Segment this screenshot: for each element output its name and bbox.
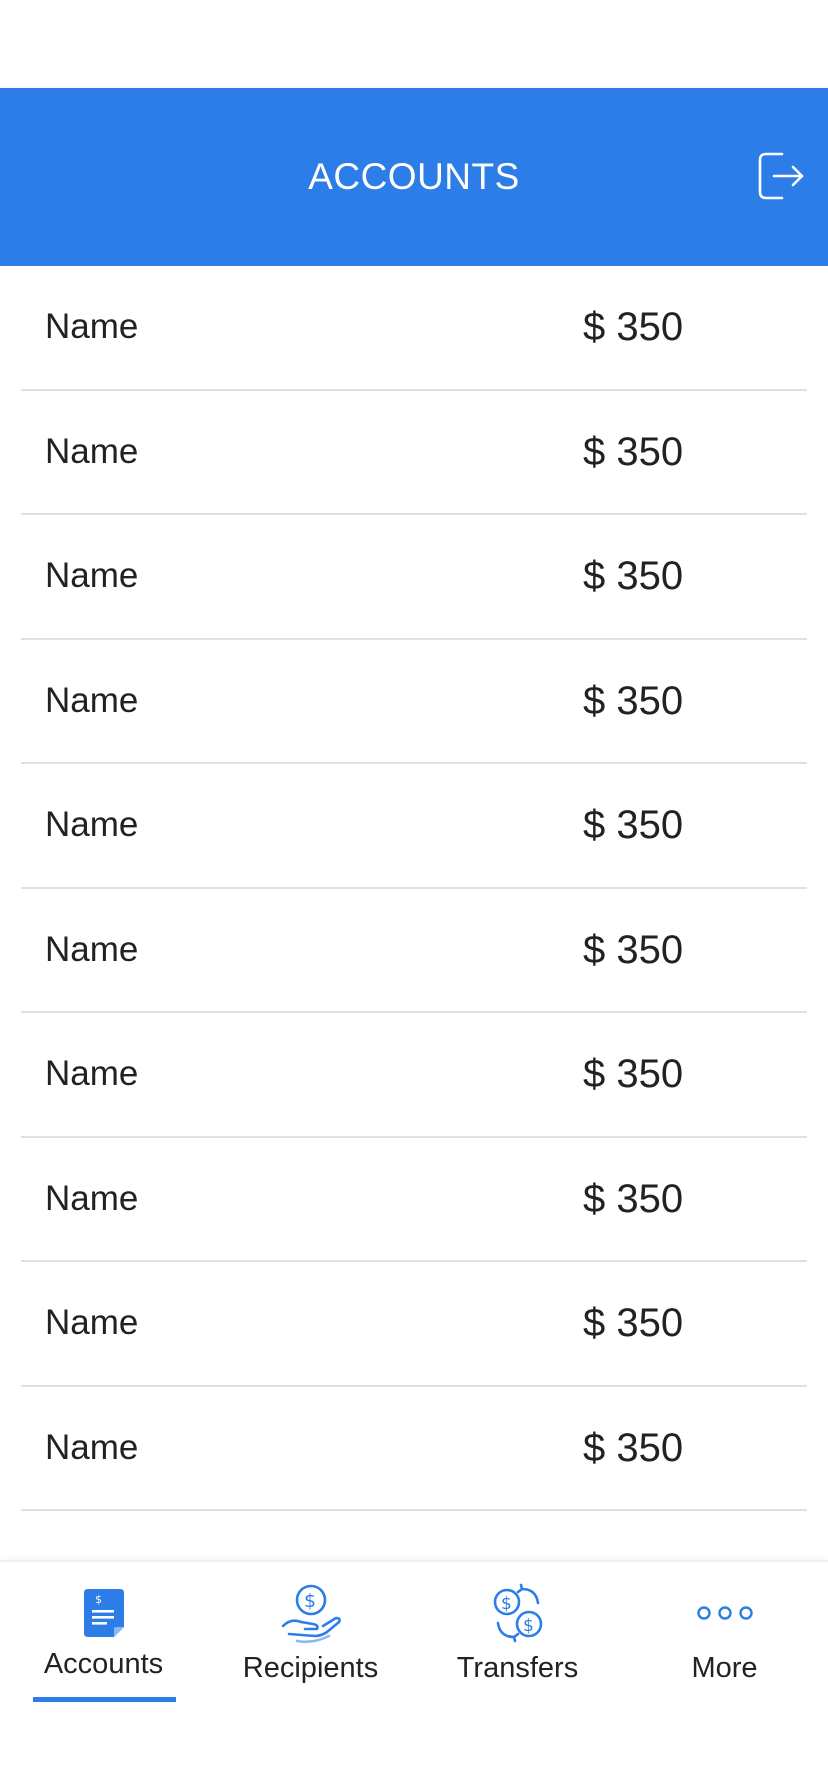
account-name: Name [45, 929, 139, 969]
more-dots-icon [696, 1606, 753, 1620]
tab-label-transfers: Transfers [456, 1652, 579, 1684]
list-item[interactable]: Name $ 350 [21, 1387, 807, 1511]
list-item[interactable]: Name $ 350 [21, 266, 807, 391]
list-item[interactable]: Name $ 350 [21, 640, 807, 764]
svg-text:$: $ [304, 1590, 316, 1612]
page-title: ACCOUNTS [308, 156, 520, 197]
list-item[interactable]: Name $ 350 [21, 391, 807, 515]
svg-text:$: $ [95, 1593, 102, 1606]
account-name: Name [45, 307, 139, 346]
account-amount: $ 350 [583, 1425, 684, 1470]
home-indicator-area [0, 1702, 828, 1792]
account-amount: $ 350 [583, 1052, 684, 1096]
tab-label-accounts: Accounts [43, 1648, 164, 1680]
logout-button[interactable] [752, 148, 808, 204]
account-amount: $ 350 [583, 1301, 684, 1345]
svg-text:$: $ [501, 1594, 512, 1614]
list-item[interactable]: Name $ 350 [21, 764, 807, 889]
tab-more[interactable]: More [621, 1562, 828, 1704]
account-amount: $ 350 [583, 927, 684, 972]
list-item[interactable]: Name $ 350 [21, 889, 807, 1013]
account-amount: $ 350 [583, 1176, 684, 1221]
account-amount: $ 350 [583, 678, 684, 723]
tab-label-recipients: Recipients [242, 1652, 379, 1684]
app-header: ACCOUNTS [0, 88, 828, 266]
account-list: Name $ 350 Name $ 350 Name $ 350 Name $ … [0, 266, 828, 1511]
status-bar-area [0, 0, 828, 88]
document-dollar-icon: $ [83, 1589, 124, 1637]
bottom-tab-bar: $ Accounts $ Recipients $ $ Transfers Mo… [0, 1560, 828, 1704]
account-name: Name [45, 1178, 139, 1218]
account-name: Name [45, 431, 139, 471]
tab-accounts[interactable]: $ Accounts [0, 1562, 207, 1704]
account-amount: $ 350 [583, 803, 684, 847]
currency-exchange-icon: $ $ [493, 1583, 542, 1643]
list-item[interactable]: Name $ 350 [21, 1138, 807, 1262]
account-amount: $ 350 [583, 429, 684, 474]
svg-text:$: $ [523, 1616, 534, 1636]
list-item[interactable]: Name $ 350 [21, 515, 807, 640]
account-name: Name [45, 805, 139, 844]
account-amount: $ 350 [583, 554, 684, 598]
account-name: Name [45, 1054, 139, 1093]
account-name: Name [45, 680, 139, 720]
account-name: Name [45, 556, 139, 595]
account-name: Name [45, 1427, 139, 1467]
hand-coin-icon: $ [281, 1584, 341, 1644]
tab-recipients[interactable]: $ Recipients [207, 1562, 414, 1704]
tab-transfers[interactable]: $ $ Transfers [414, 1562, 621, 1704]
account-amount: $ 350 [583, 305, 684, 349]
account-name: Name [45, 1303, 139, 1342]
list-item[interactable]: Name $ 350 [21, 1262, 807, 1387]
logout-icon [758, 152, 804, 200]
list-item[interactable]: Name $ 350 [21, 1013, 807, 1138]
tab-label-more: More [691, 1652, 758, 1684]
